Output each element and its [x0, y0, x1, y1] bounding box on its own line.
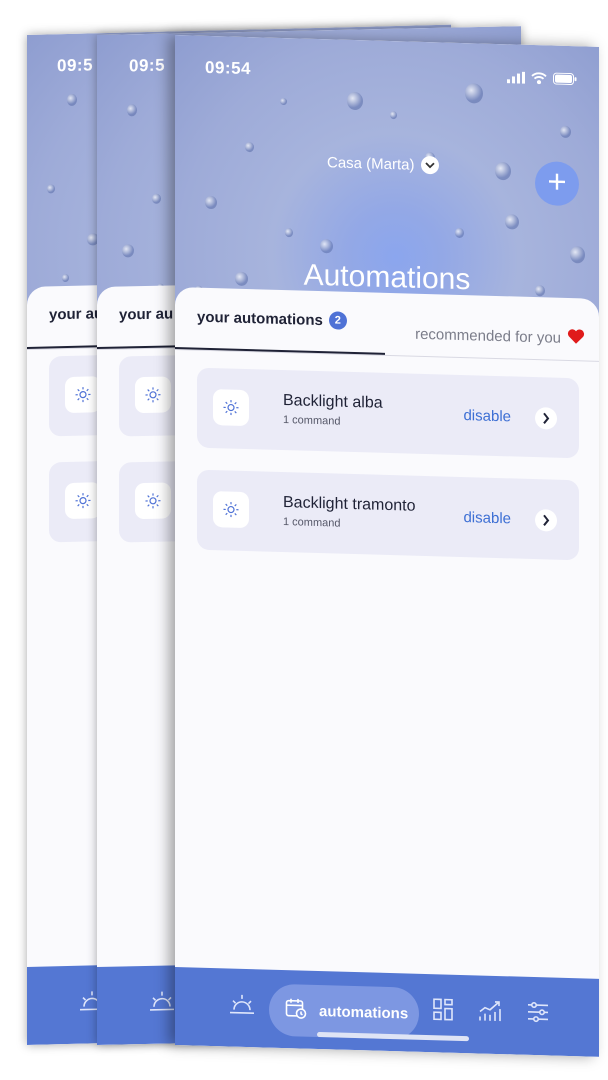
- home-name: Casa (Marta): [327, 153, 415, 174]
- nav-automations-button[interactable]: automations: [269, 983, 419, 1040]
- chevron-right-icon[interactable]: [535, 509, 557, 532]
- bottom-navbar: automations: [175, 967, 599, 1057]
- sun-icon: [213, 389, 249, 427]
- heart-icon: [567, 328, 585, 349]
- settings-sliders-icon[interactable]: [527, 1001, 549, 1028]
- signal-icon: [507, 68, 525, 88]
- chevron-down-icon: [420, 155, 439, 175]
- status-time: 09:54: [205, 57, 251, 79]
- sun-icon: [135, 376, 171, 414]
- status-time: 09:5: [57, 55, 94, 76]
- status-icons: [507, 68, 577, 89]
- tab-your-automations[interactable]: your automations 2: [197, 308, 347, 330]
- disable-button[interactable]: disable: [463, 407, 511, 425]
- content-sheet: your automations 2 recommended for you B…: [175, 287, 599, 1057]
- wifi-icon: [531, 69, 547, 88]
- dashboard-icon[interactable]: [433, 998, 453, 1025]
- home-selector[interactable]: Casa (Marta): [327, 153, 439, 175]
- nav-automations-label: automations: [319, 1002, 409, 1023]
- automation-card[interactable]: Backlight alba 1 command disable: [197, 367, 579, 459]
- home-indicator: [317, 1031, 469, 1042]
- calendar-clock-icon: [285, 997, 307, 1024]
- sun-icon: [65, 376, 101, 414]
- add-automation-button[interactable]: [535, 161, 579, 207]
- tab-label: your automations: [197, 308, 323, 329]
- battery-icon: [553, 70, 577, 90]
- sun-icon: [213, 491, 249, 529]
- bar-chart-icon[interactable]: [478, 999, 502, 1026]
- sunrise-icon[interactable]: [229, 993, 255, 1020]
- automation-command-count: 1 command: [283, 414, 341, 428]
- automation-command-count: 1 command: [283, 516, 341, 530]
- automation-name: Backlight alba: [283, 392, 383, 412]
- tab-bar: your automations 2 recommended for you: [175, 287, 599, 362]
- chevron-right-icon[interactable]: [535, 407, 557, 430]
- tab-your-automations[interactable]: your au: [49, 305, 103, 323]
- status-time: 09:5: [129, 55, 166, 76]
- automation-name: Backlight tramonto: [283, 494, 416, 515]
- tab-recommended[interactable]: recommended for you: [415, 324, 585, 349]
- tab-your-automations[interactable]: your au: [119, 305, 173, 323]
- sun-icon: [65, 482, 101, 520]
- tab-underline: [175, 347, 385, 355]
- automation-card[interactable]: Backlight tramonto 1 command disable: [197, 469, 579, 561]
- sun-icon: [135, 482, 171, 520]
- main-screen: 09:54 Casa (Marta) Automations your auto…: [175, 35, 599, 1057]
- sunrise-icon[interactable]: [149, 989, 175, 1016]
- plus-icon: [547, 171, 567, 196]
- count-badge: 2: [328, 311, 347, 330]
- disable-button[interactable]: disable: [463, 509, 511, 527]
- tab-label: recommended for you: [415, 325, 561, 347]
